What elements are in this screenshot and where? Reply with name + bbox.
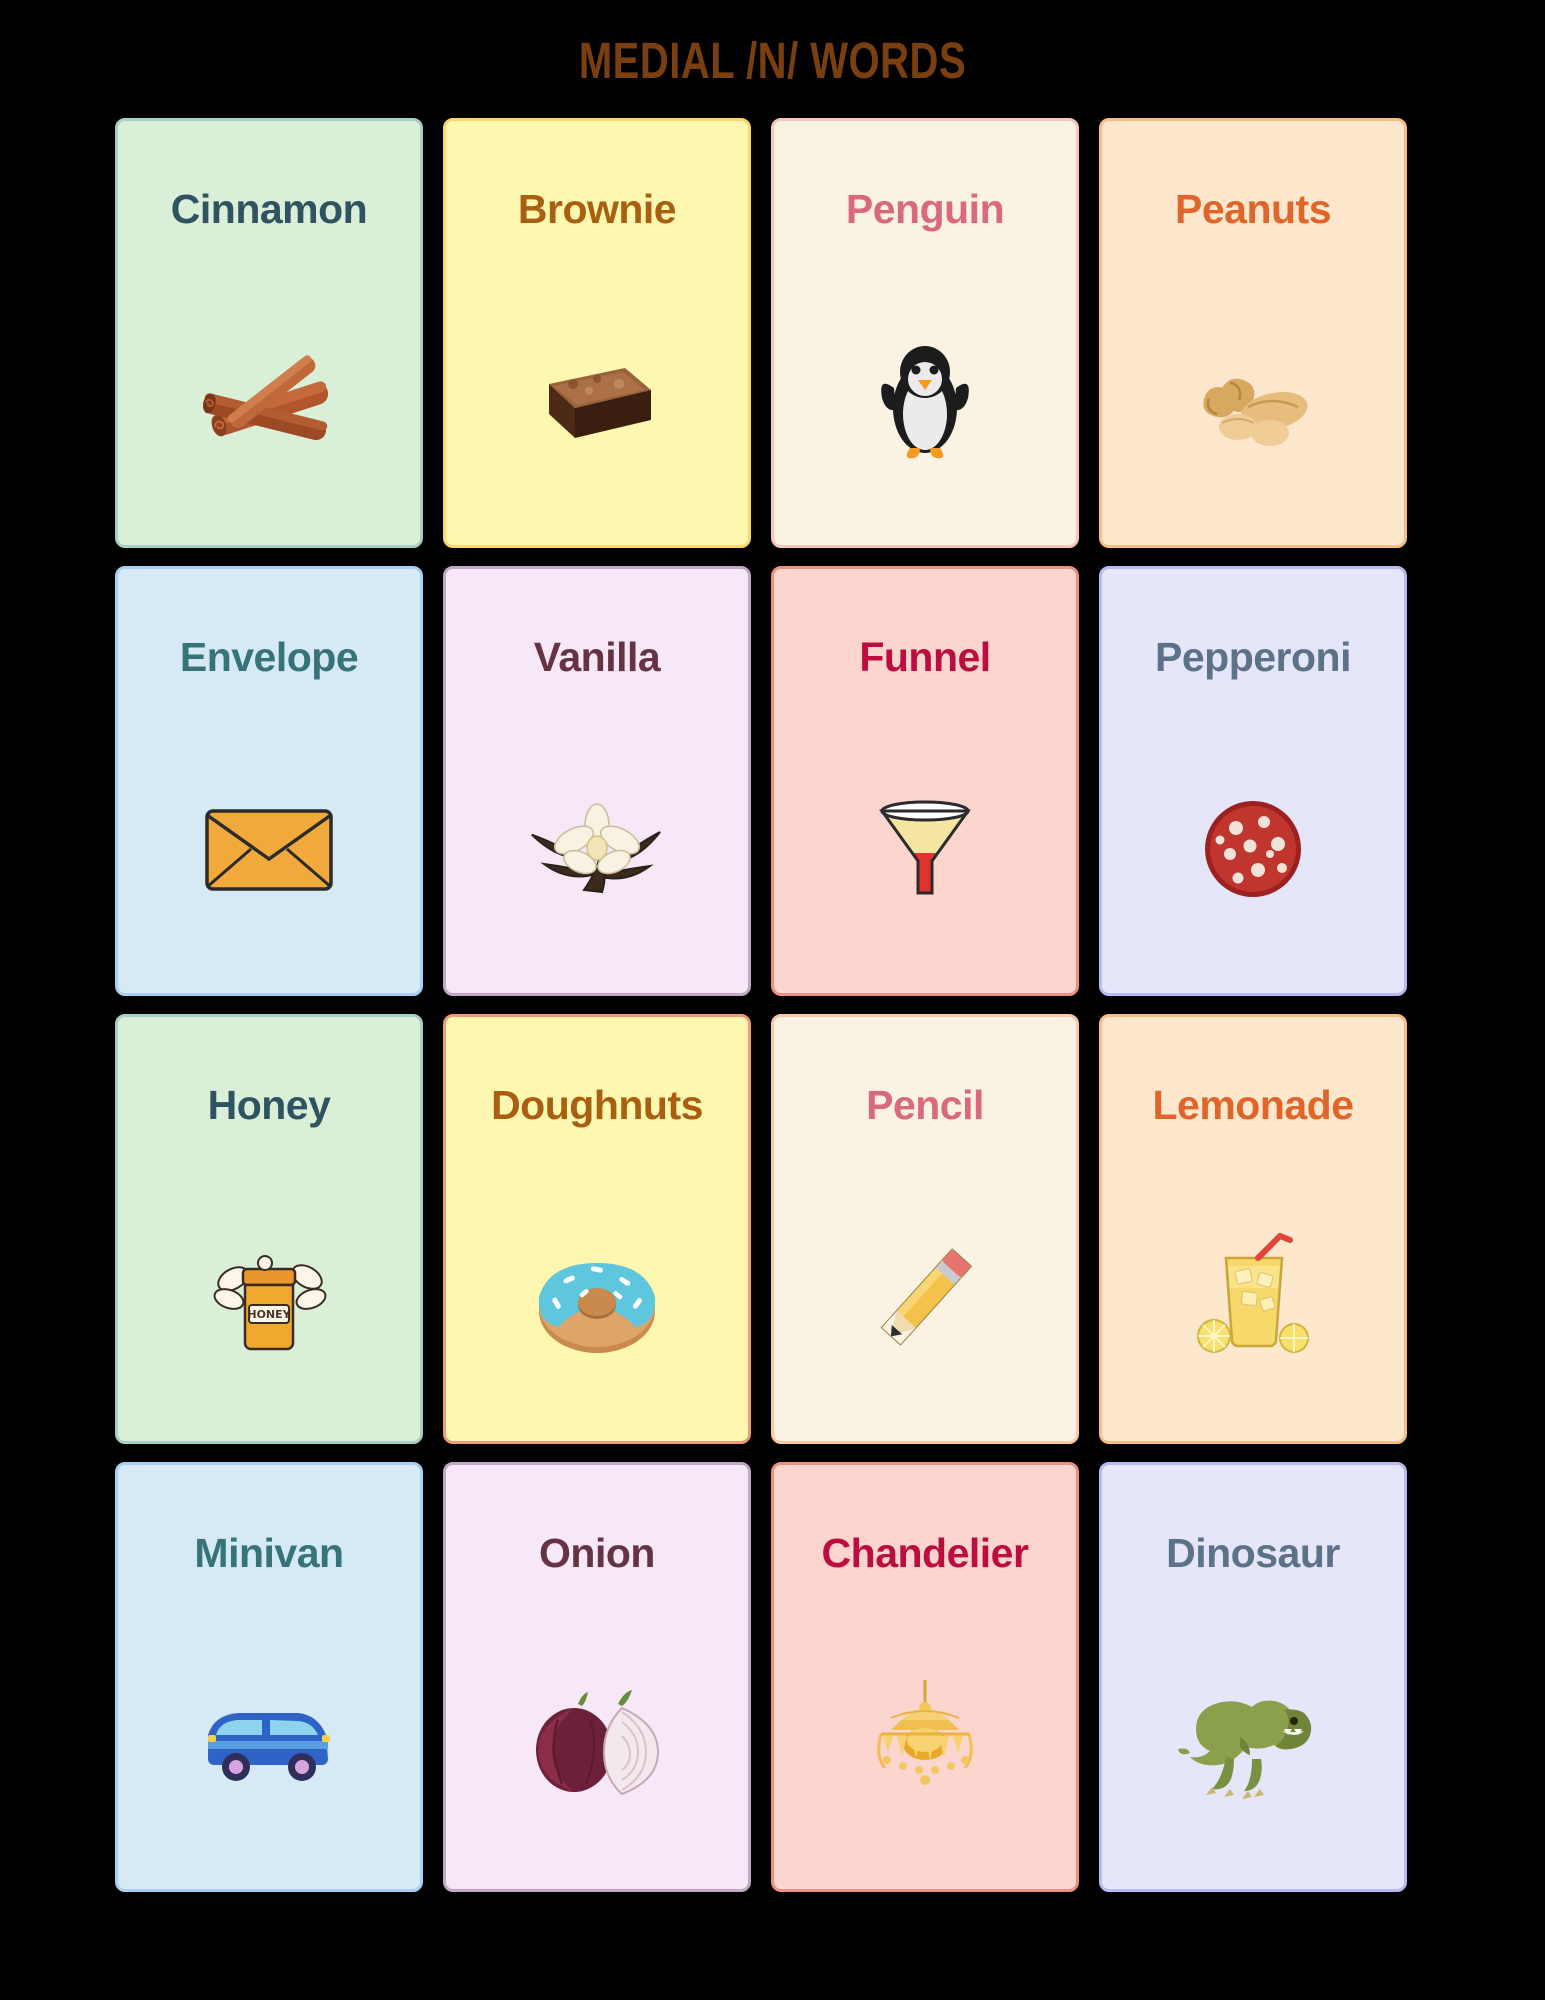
flashcard[interactable]: Cinnamon [115,118,423,548]
flashcard-label: Minivan [194,1530,344,1576]
flashcard[interactable]: Penguin [771,118,1079,548]
chandelier-icon [774,1660,1076,1830]
flashcard[interactable]: Peanuts [1099,118,1407,548]
flashcard[interactable]: Chandelier [771,1462,1079,1892]
vanilla-flower-icon [446,764,748,934]
flashcard[interactable]: Vanilla [443,566,751,996]
peanuts-icon [1102,316,1404,486]
flashcard[interactable]: Envelope [115,566,423,996]
flashcard[interactable]: Funnel [771,566,1079,996]
flashcard[interactable]: Brownie [443,118,751,548]
flashcard-label: Pencil [866,1082,984,1128]
funnel-icon [774,764,1076,934]
flashcard-label: Dinosaur [1166,1530,1340,1576]
worksheet-page: MEDIAL /N/ WORDS Cinnamon Brownie Pengui… [0,0,1545,2000]
pepperoni-slice-icon [1102,764,1404,934]
flashcard-label: Penguin [845,186,1005,232]
flashcard[interactable]: Honey HONEY [115,1014,423,1444]
flashcard-grid: Cinnamon Brownie Penguin Peanuts Envelop… [115,118,1415,1892]
flashcard-label: Doughnuts [491,1082,703,1128]
donut-icon [446,1212,748,1382]
flashcard-label: Envelope [179,634,359,680]
flashcard[interactable]: Onion [443,1462,751,1892]
page-title: MEDIAL /N/ WORDS [578,33,967,90]
flashcard[interactable]: Pencil [771,1014,1079,1444]
flashcard-label: Chandelier [821,1530,1029,1576]
svg-text:HONEY: HONEY [247,1308,291,1321]
pencil-icon [774,1212,1076,1382]
dinosaur-icon [1102,1660,1404,1830]
flashcard[interactable]: Doughnuts [443,1014,751,1444]
flashcard-label: Funnel [859,634,991,680]
minivan-icon [118,1660,420,1830]
flashcard-label: Pepperoni [1155,634,1351,680]
flashcard[interactable]: Minivan [115,1462,423,1892]
flashcard-label: Vanilla [533,634,661,680]
onion-icon [446,1660,748,1830]
envelope-icon [118,764,420,934]
flashcard[interactable]: Dinosaur [1099,1462,1407,1892]
flashcard[interactable]: Pepperoni [1099,566,1407,996]
brownie-square-icon [446,316,748,486]
flashcard-label: Honey [207,1082,331,1128]
flashcard-label: Peanuts [1175,186,1332,232]
flashcard[interactable]: Lemonade [1099,1014,1407,1444]
honey-jar-icon: HONEY [118,1212,420,1382]
flashcard-label: Brownie [517,186,677,232]
flashcard-label: Onion [539,1530,655,1576]
cinnamon-sticks-icon [118,316,420,486]
lemonade-glass-icon [1102,1212,1404,1382]
penguin-icon [774,316,1076,486]
flashcard-label: Lemonade [1152,1082,1354,1128]
flashcard-label: Cinnamon [170,186,368,232]
